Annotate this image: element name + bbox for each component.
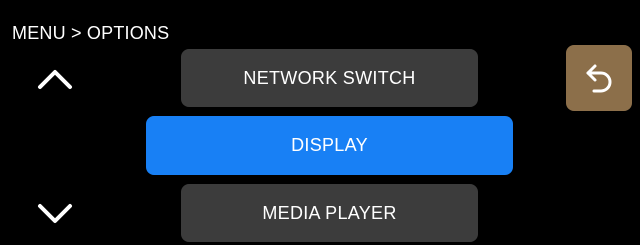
menu-item-media-player[interactable]: MEDIA PLAYER	[181, 184, 478, 242]
back-arrow-icon	[586, 64, 612, 93]
menu-item-label: NETWORK SWITCH	[243, 67, 416, 88]
scroll-up-button[interactable]	[36, 67, 74, 91]
menu-item-network-switch[interactable]: NETWORK SWITCH	[181, 49, 478, 107]
menu-item-label: DISPLAY	[291, 135, 368, 155]
back-button[interactable]	[566, 45, 632, 111]
chevron-down-icon	[38, 204, 72, 223]
menu-item-label: MEDIA PLAYER	[262, 202, 397, 223]
menu-item-display[interactable]: DISPLAY	[146, 116, 513, 175]
chevron-up-icon	[38, 70, 72, 89]
scroll-down-button[interactable]	[36, 202, 74, 226]
breadcrumb: MENU > OPTIONS	[12, 23, 170, 43]
